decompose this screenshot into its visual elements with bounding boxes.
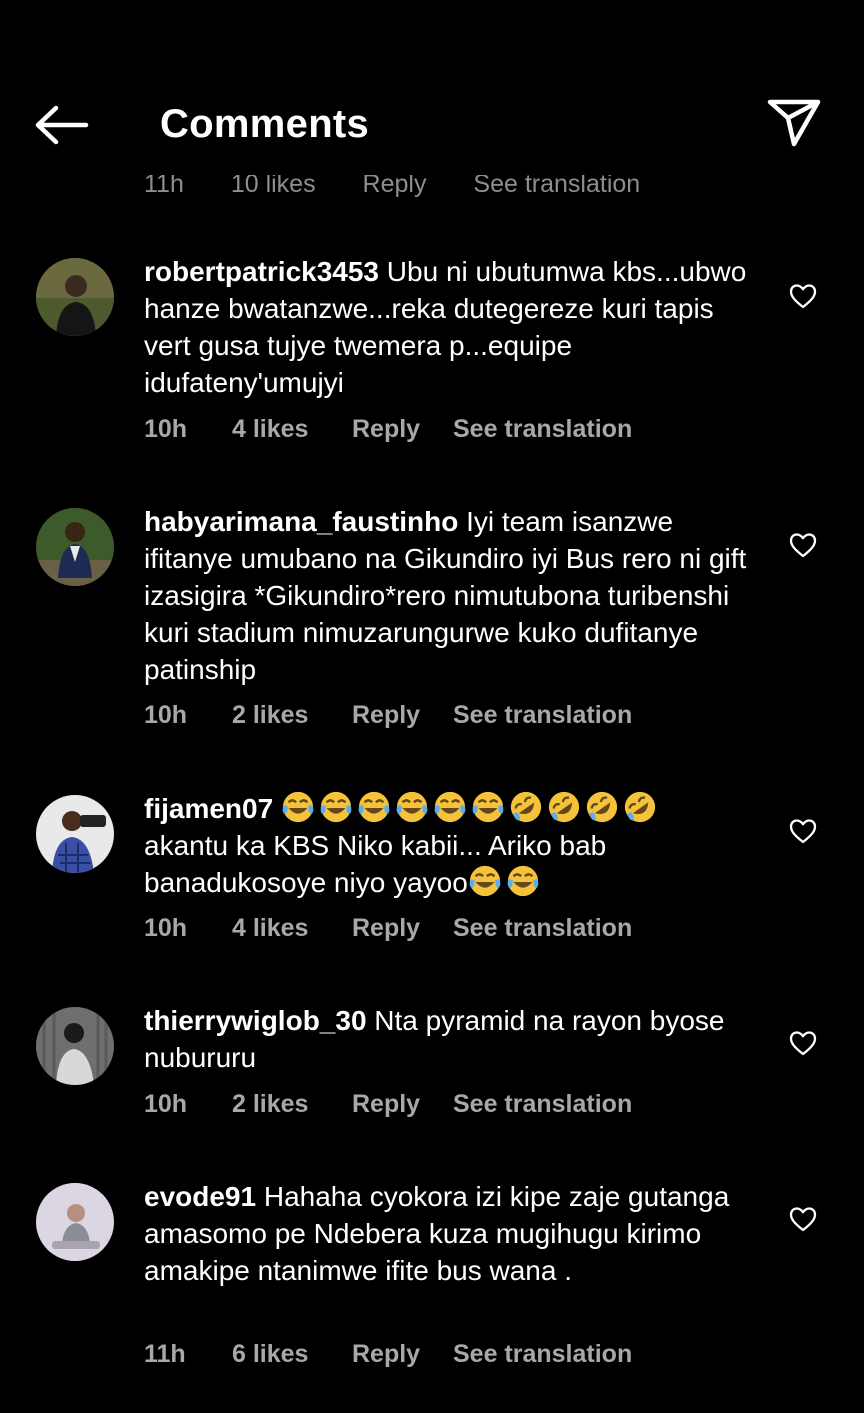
comment-meta: 10h 2 likes Reply See translation: [144, 1090, 632, 1119]
comment-body: evode91 Hahaha cyokora izi kipe zaje gut…: [144, 1178, 754, 1289]
comment-meta: 10h 4 likes Reply See translation: [144, 914, 632, 943]
see-translation-button[interactable]: See translation: [453, 1090, 632, 1119]
comment-meta: 10h 4 likes Reply See translation: [144, 415, 632, 444]
reply-button[interactable]: Reply: [352, 1090, 453, 1119]
avatar[interactable]: [36, 258, 114, 336]
rolling-on-floor-laughing-icon: [547, 790, 581, 824]
comment-username[interactable]: habyarimana_faustinho: [144, 506, 458, 537]
comment-time: 10h: [144, 701, 188, 729]
top-bar: Comments: [0, 0, 864, 175]
avatar[interactable]: [36, 1007, 114, 1085]
rolling-on-floor-laughing-icon: [623, 790, 657, 824]
reply-button[interactable]: Reply: [352, 701, 453, 730]
comment-meta: 10h 2 likes Reply See translation: [144, 701, 632, 730]
share-button[interactable]: [762, 94, 826, 150]
face-with-tears-of-joy-icon: [319, 790, 353, 824]
heart-outline-icon[interactable]: [788, 1205, 818, 1233]
comment-likes[interactable]: 6 likes: [232, 1340, 352, 1369]
comment-time: 11h: [144, 1340, 186, 1368]
send-icon: [767, 99, 821, 147]
comment-username[interactable]: robertpatrick3453: [144, 256, 379, 287]
emoji-row: [281, 793, 661, 824]
reply-button[interactable]: Reply: [352, 914, 453, 943]
heart-outline-icon[interactable]: [788, 531, 818, 559]
rolling-on-floor-laughing-icon: [509, 790, 543, 824]
avatar[interactable]: [36, 795, 114, 873]
face-with-tears-of-joy-icon: [471, 790, 505, 824]
comment-meta: 11h 6 likes Reply See translation: [144, 1340, 632, 1369]
comment-likes[interactable]: 4 likes: [232, 415, 352, 444]
reply-button[interactable]: Reply: [352, 415, 453, 444]
see-translation-button[interactable]: See translation: [453, 914, 632, 943]
heart-outline-icon[interactable]: [788, 1029, 818, 1057]
comment-username[interactable]: evode91: [144, 1181, 256, 1212]
avatar[interactable]: [36, 1183, 114, 1261]
face-with-tears-of-joy-icon: [468, 864, 502, 898]
heart-outline-icon[interactable]: [788, 817, 818, 845]
comment-body: thierrywiglob_30 Nta pyramid na rayon by…: [144, 1002, 754, 1076]
see-translation-button[interactable]: See translation: [453, 1340, 632, 1369]
comment-username[interactable]: fijamen07: [144, 793, 273, 824]
comment-time: 10h: [144, 415, 188, 443]
page-title: Comments: [160, 102, 370, 146]
comment-likes[interactable]: 2 likes: [232, 1090, 352, 1119]
face-with-tears-of-joy-icon: [433, 790, 467, 824]
comment-body: habyarimana_faustinho Iyi team isanzwe i…: [144, 503, 754, 688]
back-arrow-icon: [35, 105, 89, 145]
comment-time: 10h: [144, 914, 188, 942]
back-button[interactable]: [30, 100, 94, 150]
rolling-on-floor-laughing-icon: [585, 790, 619, 824]
face-with-tears-of-joy-icon: [357, 790, 391, 824]
comment-likes[interactable]: 2 likes: [232, 701, 352, 730]
comment-time: 10h: [144, 1090, 188, 1118]
comment-body: fijamen07 akantu ka KBS Niko kabii... Ar…: [144, 790, 754, 901]
comment-body: robertpatrick3453 Ubu ni ubutumwa kbs...…: [144, 253, 754, 401]
face-with-tears-of-joy-icon: [281, 790, 315, 824]
reply-button[interactable]: Reply: [352, 1340, 453, 1369]
heart-outline-icon[interactable]: [788, 282, 818, 310]
face-with-tears-of-joy-icon: [395, 790, 429, 824]
comment-likes[interactable]: 4 likes: [232, 914, 352, 943]
face-with-tears-of-joy-icon: [506, 864, 540, 898]
avatar[interactable]: [36, 508, 114, 586]
comment-username[interactable]: thierrywiglob_30: [144, 1005, 367, 1036]
see-translation-button[interactable]: See translation: [453, 415, 632, 444]
see-translation-button[interactable]: See translation: [453, 701, 632, 730]
